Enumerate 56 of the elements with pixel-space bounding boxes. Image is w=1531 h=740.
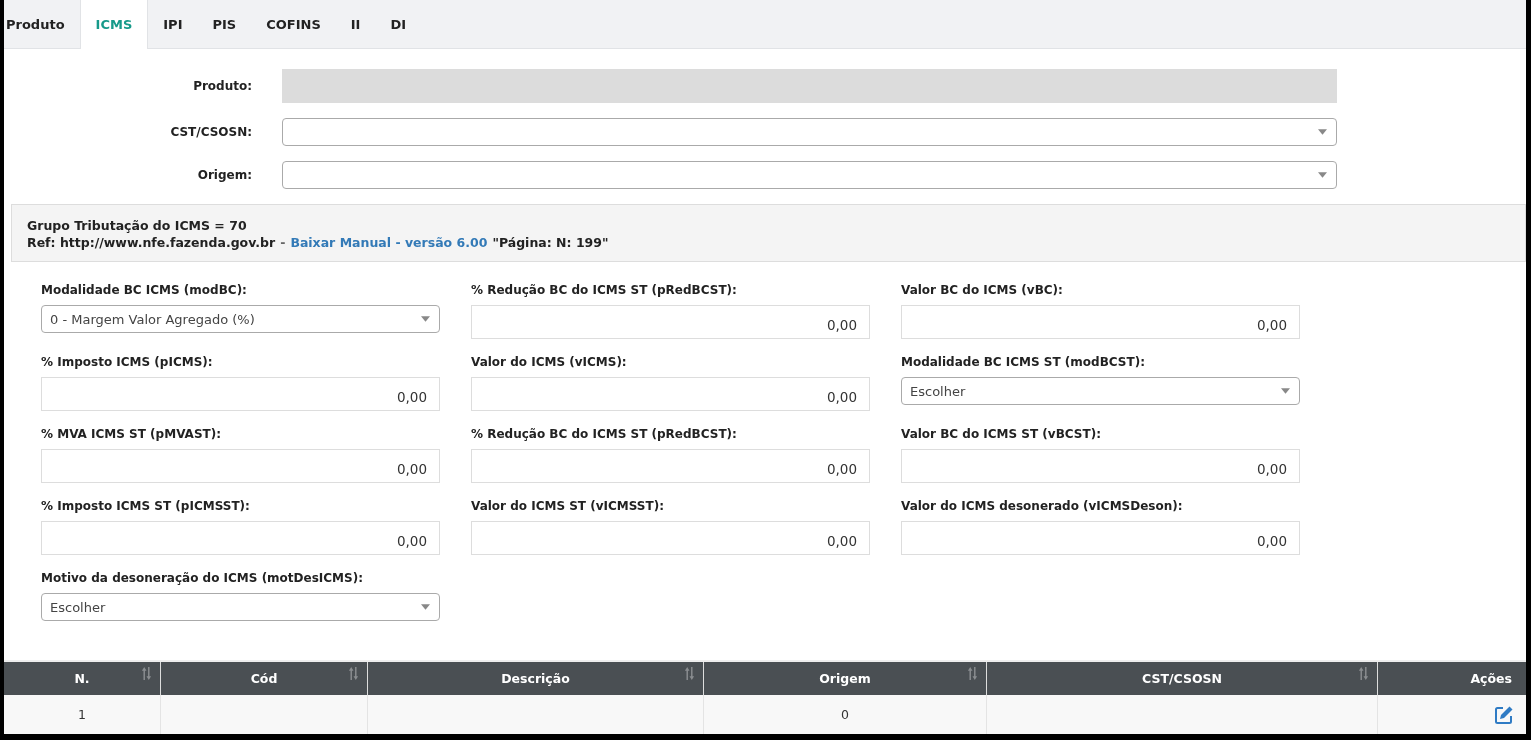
tab[interactable]: IPI [148,0,198,49]
reference-text: Ref: http://www.nfe.fazenda.gov.br [27,234,276,251]
dropdown-field[interactable] [282,118,1337,146]
caret-icon [1318,172,1327,178]
sort-icon [1358,667,1369,680]
input-field[interactable]: 0,00 [471,305,870,339]
panel-title: Grupo Tributação do ICMS = 70 [27,217,248,234]
field-label: Valor BC do ICMS (vBC): [901,283,1064,299]
field-label: % Imposto ICMS ST (pICMSST): [41,499,251,515]
field-label: Motivo da desoneração do ICMS (motDesICMS): [41,571,364,587]
edit-icon[interactable] [1494,704,1514,725]
input-field[interactable]: 0,00 [471,521,870,555]
field-label: Valor BC do ICMS ST (vBCST): [901,427,1102,443]
input-field[interactable]: 0,00 [901,521,1300,555]
dropdown-field[interactable]: Escolher [901,377,1300,405]
field-label: % Redução BC do ICMS ST (pRedBCST): [471,283,738,299]
field-label: Produto: [192,79,252,93]
field-label: % Imposto ICMS (pICMS): [41,355,214,371]
page-reference-text: "Página: N: 199" [492,234,609,251]
table-cell: 1 [78,707,86,722]
field-label: Modalidade BC ICMS ST (modBCST): [901,355,1146,371]
tab[interactable]: PIS [197,0,252,49]
tab[interactable]: DI [375,0,422,49]
input-field[interactable]: 0,00 [41,377,440,411]
field-label: Valor do ICMS desonerado (vICMSDeson): [901,499,1184,515]
table-cell: 0 [841,707,849,722]
field-label: CST/CSOSN: [169,125,252,139]
caret-icon [1281,388,1290,394]
field-label: Valor do ICMS (vICMS): [471,355,628,371]
sort-icon [348,667,359,680]
manual-link[interactable]: Baixar Manual - versão 6.00 [290,234,488,251]
field-label: % Redução BC do ICMS ST (pRedBCST): [471,427,738,443]
separator-text: - [280,234,286,251]
tab[interactable]: Produto [4,0,80,49]
sort-icon [684,667,695,680]
input-field[interactable]: 0,00 [901,305,1300,339]
caret-icon [1318,129,1327,135]
dropdown-field[interactable]: Escolher [41,593,440,621]
dropdown-field[interactable] [282,161,1337,189]
field-label: Modalidade BC ICMS (modBC): [41,283,248,299]
sort-icon [141,667,152,680]
input-field[interactable]: 0,00 [471,449,870,483]
column-header[interactable]: Ações [1378,662,1526,695]
input-field[interactable]: 0,00 [901,449,1300,483]
field-label: Valor do ICMS ST (vICMSST): [471,499,665,515]
dropdown-field[interactable]: 0 - Margem Valor Agregado (%) [41,305,440,333]
sort-icon [967,667,978,680]
tab[interactable]: COFINS [251,0,336,49]
field-label: Origem: [196,168,252,182]
input-field[interactable]: 0,00 [41,449,440,483]
field-label: % MVA ICMS ST (pMVAST): [41,427,222,443]
caret-icon [421,604,430,610]
input-field[interactable]: 0,00 [41,521,440,555]
input-field[interactable]: 0,00 [471,377,870,411]
tab[interactable]: II [335,0,376,49]
caret-icon [421,316,430,322]
